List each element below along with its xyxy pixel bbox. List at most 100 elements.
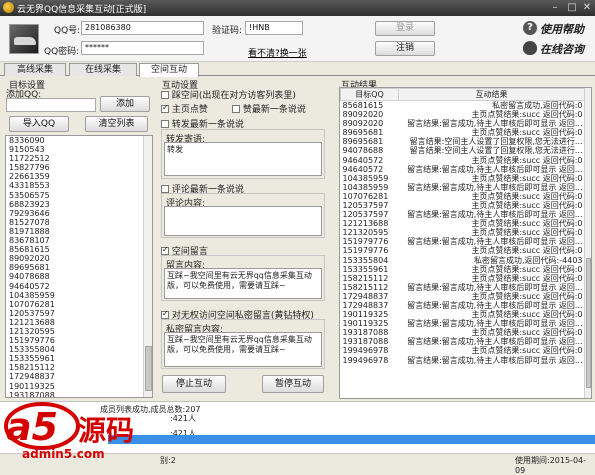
column-target-qq[interactable]: 目标QQ bbox=[340, 88, 399, 101]
list-item[interactable]: 153355804 bbox=[6, 345, 144, 354]
forward-latest-checkbox[interactable] bbox=[161, 119, 169, 128]
list-item[interactable]: 151979776 bbox=[6, 336, 144, 345]
table-row[interactable]: 94640572 留言结果:留言成功,待主人审核后即可显示 返回... bbox=[341, 165, 585, 174]
target-list-scrollbar[interactable] bbox=[143, 136, 152, 397]
qq-penguin-icon[interactable] bbox=[523, 41, 537, 55]
import-qq-button[interactable]: 导入QQ bbox=[9, 116, 69, 132]
column-interact-result[interactable]: 互动结果 bbox=[398, 88, 585, 101]
list-item[interactable]: 79293646 bbox=[6, 209, 144, 218]
list-item[interactable]: 43318553 bbox=[6, 181, 144, 190]
table-row[interactable]: 85681615 私密留言成功,返回代码:0 bbox=[341, 101, 585, 111]
list-item[interactable]: 107076281 bbox=[6, 300, 144, 309]
list-item[interactable]: 121320595 bbox=[6, 327, 144, 336]
table-row[interactable]: 153355961 主页点赞结果:succ 返回代码:0 bbox=[341, 265, 585, 274]
private-message-checkbox[interactable] bbox=[161, 309, 169, 319]
list-item[interactable]: 11722512 bbox=[6, 154, 144, 163]
table-row[interactable]: 89695681 留言结果:空间主人设置了回复权限,您无法进行... bbox=[341, 137, 585, 146]
result-scrollbar[interactable] bbox=[584, 88, 591, 398]
login-button[interactable]: 登录 bbox=[375, 21, 435, 36]
table-row[interactable]: 107076281 主页点赞结果:succ 返回代码:0 bbox=[341, 192, 585, 201]
table-row[interactable]: 104385959 留言结果:留言成功,待主人审核后即可显示 返回... bbox=[341, 183, 585, 192]
forward-text-field[interactable]: 转发 bbox=[164, 142, 322, 176]
table-row[interactable]: 89695681 主页点赞结果:succ 返回代码:0 bbox=[341, 128, 585, 137]
tab-online-collect[interactable]: 在线采集 bbox=[69, 63, 137, 76]
list-item[interactable]: 8336090 bbox=[6, 136, 144, 145]
qq-number-field[interactable]: 281086380 bbox=[81, 21, 204, 35]
qq-password-field[interactable]: ****** bbox=[81, 41, 204, 55]
table-row[interactable]: 94640572 主页点赞结果:succ 返回代码:0 bbox=[341, 155, 585, 165]
table-row[interactable]: 121213688 主页点赞结果:succ 返回代码:0 bbox=[341, 219, 585, 228]
table-row[interactable]: 190119325 留言结果:留言成功,待主人审核后即可显示 返回... bbox=[341, 319, 585, 328]
list-item[interactable]: 158215112 bbox=[6, 363, 144, 372]
visit-space-checkbox[interactable] bbox=[161, 90, 169, 99]
table-row[interactable]: 120537597 主页点赞结果:succ 返回代码:0 bbox=[341, 201, 585, 210]
list-item[interactable]: 81527078 bbox=[6, 218, 144, 227]
maximize-icon[interactable]: □ bbox=[564, 1, 580, 14]
list-item[interactable]: 94078688 bbox=[6, 272, 144, 281]
list-item[interactable]: 22661359 bbox=[6, 172, 144, 181]
option-like-home[interactable]: 主页点赞 bbox=[161, 102, 208, 115]
result-scroll-thumb[interactable] bbox=[586, 258, 591, 388]
list-item[interactable]: 193187088 bbox=[6, 391, 144, 397]
table-row[interactable]: 89092020 留言结果:留言成功,待主人审核后即可显示 返回... bbox=[341, 119, 585, 128]
list-item[interactable]: 104385959 bbox=[6, 291, 144, 300]
message-text-field[interactable]: 互踩~我空间里有云无界qq信息采集互动版，可以免费使用，需要请互踩~ bbox=[164, 268, 322, 299]
table-row[interactable]: 121320595 主页点赞结果:succ 返回代码:0 bbox=[341, 228, 585, 237]
target-qq-list[interactable]: 8336090 9150543 11722512 15827796 22661359 43… bbox=[5, 135, 153, 398]
list-item[interactable]: 121213688 bbox=[6, 318, 144, 327]
table-row[interactable]: 190119325 主页点赞结果:succ 返回代码:0 bbox=[341, 310, 585, 319]
table-row[interactable]: 193187088 留言结果:留言成功,待主人审核后即可显示 返回... bbox=[341, 337, 585, 346]
space-message-checkbox[interactable] bbox=[161, 245, 169, 255]
help-link[interactable]: 使用帮助 bbox=[540, 21, 584, 37]
tab-space-interact[interactable]: 空间互动 bbox=[139, 63, 199, 77]
list-item[interactable]: 15827796 bbox=[6, 163, 144, 172]
scroll-thumb[interactable] bbox=[145, 346, 152, 391]
list-item[interactable]: 172948837 bbox=[6, 372, 144, 381]
table-row[interactable]: 199496978 主页点赞结果:succ 返回代码:0 bbox=[341, 346, 585, 355]
table-row[interactable]: 120537597 留言结果:留言成功,待主人审核后即可显示 返回... bbox=[341, 210, 585, 219]
list-item[interactable]: 89092020 bbox=[6, 254, 144, 263]
list-item[interactable]: 153355961 bbox=[6, 354, 144, 363]
logout-button[interactable]: 注销 bbox=[375, 41, 435, 56]
list-item[interactable]: 120537597 bbox=[6, 309, 144, 318]
like-latest-checkbox[interactable] bbox=[232, 104, 240, 113]
list-item[interactable]: 190119325 bbox=[6, 382, 144, 391]
like-home-checkbox[interactable] bbox=[161, 103, 169, 113]
result-table[interactable]: 目标QQ 互动结果 85681615 私密留言成功,返回代码:0 89092020 主… bbox=[339, 87, 592, 399]
close-icon[interactable]: ✕ bbox=[579, 1, 595, 14]
table-row[interactable]: 172948837 主页点赞结果:succ 返回代码:0 bbox=[341, 292, 585, 301]
table-row[interactable]: 104385959 主页点赞结果:succ 返回代码:0 bbox=[341, 174, 585, 183]
table-row[interactable]: 172948837 留言结果:留言成功,待主人审核后即可显示 返回... bbox=[341, 301, 585, 310]
add-qq-input[interactable] bbox=[6, 98, 96, 112]
table-row[interactable]: 151979776 主页点赞结果:succ 返回代码:0 bbox=[341, 246, 585, 255]
comment-text-field[interactable] bbox=[164, 206, 322, 236]
comment-latest-checkbox[interactable] bbox=[161, 184, 169, 193]
table-row[interactable]: 94078688 留言结果:空间主人设置了回复权限,您无法进行... bbox=[341, 146, 585, 155]
minimize-icon[interactable]: – bbox=[547, 1, 563, 14]
captcha-field[interactable]: !HNB bbox=[245, 21, 303, 35]
list-item[interactable]: 68823923 bbox=[6, 200, 144, 209]
table-row[interactable]: 199496978 留言结果:留言成功,待主人审核后即可显示 返回... bbox=[341, 356, 585, 365]
list-item[interactable]: 9150543 bbox=[6, 145, 144, 154]
help-icon[interactable]: ? bbox=[523, 21, 537, 35]
table-row[interactable]: 158215112 主页点赞结果:succ 返回代码:0 bbox=[341, 274, 585, 283]
table-row[interactable]: 151979776 留言结果:留言成功,待主人审核后即可显示 返回... bbox=[341, 237, 585, 246]
table-row[interactable]: 193187088 主页点赞结果:succ 返回代码:0 bbox=[341, 328, 585, 337]
pause-interact-button[interactable]: 暂停互动 bbox=[262, 375, 324, 393]
table-row[interactable]: 158215112 留言结果:留言成功,待主人审核后即可显示 返回... bbox=[341, 283, 585, 292]
list-item[interactable]: 89695681 bbox=[6, 263, 144, 272]
list-item[interactable]: 94640572 bbox=[6, 282, 144, 291]
option-like-latest[interactable]: 赞最新一条说说 bbox=[232, 102, 306, 115]
clear-list-button[interactable]: 清空列表 bbox=[85, 116, 148, 132]
tab-offline-collect[interactable]: 高线采集 bbox=[4, 63, 66, 76]
stop-interact-button[interactable]: 停止互动 bbox=[162, 375, 226, 393]
list-item[interactable]: 53506575 bbox=[6, 191, 144, 200]
refresh-captcha-link[interactable]: 看不清?换一张 bbox=[248, 46, 307, 59]
online-consult-link[interactable]: 在线咨询 bbox=[540, 41, 584, 57]
list-item[interactable]: 81971888 bbox=[6, 227, 144, 236]
table-row[interactable]: 89092020 主页点赞结果:succ 返回代码:0 bbox=[341, 110, 585, 119]
table-row[interactable]: 153355804 私密留言成功,返回代码:-4403 bbox=[341, 256, 585, 265]
list-item[interactable]: 85681615 bbox=[6, 245, 144, 254]
private-message-text-field[interactable]: 互踩~我空间里有云无界qq信息采集互动版，可以免费使用，需要请互踩~ bbox=[164, 332, 322, 367]
add-button[interactable]: 添加 bbox=[100, 96, 150, 112]
